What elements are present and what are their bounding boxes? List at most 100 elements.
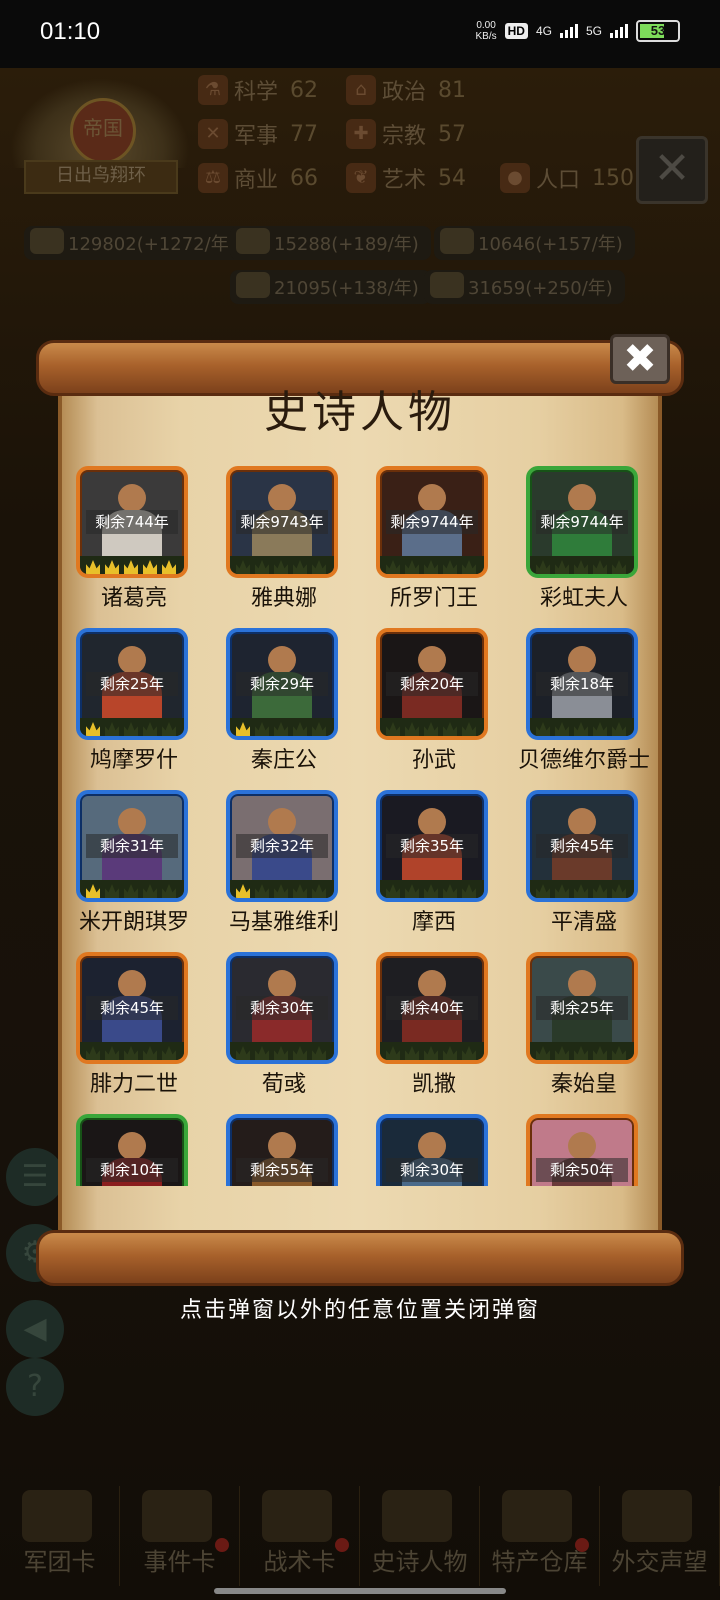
portrait-head <box>268 484 296 512</box>
character-name: 腓力二世 <box>89 1072 178 1097</box>
character-portrait: 剩余744年 <box>76 466 188 578</box>
character-card[interactable]: 剩余29年 秦庄公 <box>218 624 366 786</box>
nav-diplomacy[interactable]: 外交声望 <box>600 1486 720 1586</box>
portrait-head <box>118 646 146 674</box>
portrait-head <box>268 970 296 998</box>
crown-icon <box>536 1046 550 1060</box>
remaining-years: 剩余18年 <box>536 672 628 696</box>
remaining-years: 剩余25年 <box>536 996 628 1020</box>
character-card[interactable]: 剩余25年 鸠摩罗什 <box>68 624 216 786</box>
stat-population: ● 人口 1501 <box>500 162 648 194</box>
crown-icon <box>236 884 250 898</box>
background-close-button[interactable]: ✕ <box>636 136 708 204</box>
remaining-years: 剩余50年 <box>536 1158 628 1182</box>
nav-tactic-cards[interactable]: 战术卡 <box>240 1486 360 1586</box>
character-card[interactable]: 剩余9744年 彩虹夫人 <box>518 462 652 624</box>
crown-icon <box>612 722 626 736</box>
crown-icon <box>274 1046 288 1060</box>
crown-icon <box>162 722 176 736</box>
character-card[interactable]: 剩余50年 <box>518 1110 652 1186</box>
character-name: 孙武 <box>411 748 456 773</box>
status-icons: 0.00 KB/s HD 4G 5G 53 <box>476 20 680 42</box>
crown-icon <box>612 560 626 574</box>
epic-characters-modal: 史诗人物 ✖ 剩余744年 诸葛亮 剩余9743年 雅典娜 剩余9744年 所罗门王 剩余9… <box>36 334 684 1294</box>
resource-iron: 10646(+157/年) <box>434 226 635 260</box>
nav-event-cards[interactable]: 事件卡 <box>120 1486 240 1586</box>
close-button[interactable]: ✖ <box>610 334 670 384</box>
military-icon: ✕ <box>198 119 228 149</box>
tactic-icon <box>262 1490 332 1542</box>
character-card[interactable]: 剩余25年 秦始皇 <box>518 948 652 1110</box>
signal-icon <box>610 24 628 38</box>
stat-military: ✕ 军事 77 <box>198 118 318 150</box>
crown-icon <box>462 722 476 736</box>
crown-icon <box>105 1046 119 1060</box>
battery-icon: 53 <box>636 20 680 42</box>
character-portrait: 剩余9743年 <box>226 466 338 578</box>
character-grid: 剩余744年 诸葛亮 剩余9743年 雅典娜 剩余9744年 所罗门王 剩余9744年 彩虹夫… <box>68 462 652 1186</box>
portrait-head <box>268 646 296 674</box>
character-name: 雅典娜 <box>250 586 317 611</box>
character-name: 所罗门王 <box>389 586 478 611</box>
stat-religion: ✚ 宗教 57 <box>346 118 466 150</box>
character-portrait: 剩余30年 <box>226 952 338 1064</box>
character-card[interactable]: 剩余31年 米开朗琪罗 <box>68 786 216 948</box>
crown-icon <box>86 560 100 574</box>
character-card[interactable]: 剩余10年 <box>68 1110 216 1186</box>
crown-icon <box>386 722 400 736</box>
nav-epic-characters[interactable]: 史诗人物 <box>360 1486 480 1586</box>
star-rating <box>380 1042 484 1060</box>
star-rating <box>380 880 484 898</box>
crown-icon <box>555 722 569 736</box>
crown-icon <box>443 722 457 736</box>
character-card[interactable]: 剩余744年 诸葛亮 <box>68 462 216 624</box>
remaining-years: 剩余25年 <box>86 672 178 696</box>
character-card[interactable]: 剩余20年 孙武 <box>368 624 516 786</box>
crown-icon <box>405 560 419 574</box>
portrait-head <box>118 1132 146 1160</box>
character-card[interactable]: 剩余45年 平清盛 <box>518 786 652 948</box>
crown-icon <box>293 1046 307 1060</box>
nav-specialty-warehouse[interactable]: 特产仓库 <box>480 1486 600 1586</box>
character-portrait: 剩余40年 <box>376 952 488 1064</box>
status-bar: 01:10 0.00 KB/s HD 4G 5G 53 <box>0 0 720 68</box>
resource-gold: 129802(+1272/年) <box>24 226 248 260</box>
crown-icon <box>593 884 607 898</box>
character-card[interactable]: 剩余30年 <box>368 1110 516 1186</box>
remaining-years: 剩余45年 <box>86 996 178 1020</box>
character-card[interactable]: 剩余55年 <box>218 1110 366 1186</box>
character-card[interactable]: 剩余30年 荀彧 <box>218 948 366 1110</box>
crown-icon <box>424 722 438 736</box>
crown-icon <box>612 1046 626 1060</box>
character-card[interactable]: 剩余45年腓力二世 <box>68 948 216 1110</box>
character-card[interactable]: 剩余9744年所罗门王 <box>368 462 516 624</box>
star-rating <box>380 718 484 736</box>
art-icon: ❦ <box>346 163 376 193</box>
remaining-years: 剩余31年 <box>86 834 178 858</box>
character-grid-scroll[interactable]: 剩余744年 诸葛亮 剩余9743年 雅典娜 剩余9744年 所罗门王 剩余9744年 彩虹夫… <box>68 462 652 1186</box>
crown-icon <box>162 1046 176 1060</box>
character-card[interactable]: 剩余32年 马基雅维利 <box>218 786 366 948</box>
character-card[interactable]: 剩余35年 摩西 <box>368 786 516 948</box>
crown-icon <box>312 1046 326 1060</box>
character-name: 马基雅维利 <box>228 910 339 935</box>
character-portrait: 剩余9744年 <box>376 466 488 578</box>
star-rating <box>230 718 334 736</box>
crown-icon <box>555 560 569 574</box>
remaining-years: 剩余55年 <box>236 1158 328 1182</box>
character-portrait: 剩余45年 <box>526 790 638 902</box>
crown-icon <box>255 1046 269 1060</box>
remaining-years: 剩余45年 <box>536 834 628 858</box>
remaining-years: 剩余30年 <box>236 996 328 1020</box>
signal-5g-label: 5G <box>585 24 602 38</box>
character-card[interactable]: 剩余18年 贝德维尔爵士 <box>518 624 652 786</box>
modal-title: 史诗人物 <box>264 387 456 438</box>
home-indicator[interactable] <box>214 1588 506 1594</box>
character-card[interactable]: 剩余40年 凯撒 <box>368 948 516 1110</box>
character-card[interactable]: 剩余9743年雅典娜 <box>218 462 366 624</box>
nav-legion-cards[interactable]: 军团卡 <box>0 1486 120 1586</box>
help-icon[interactable]: ? <box>6 1358 64 1416</box>
character-portrait: 剩余31年 <box>76 790 188 902</box>
scroll-icon <box>142 1490 212 1542</box>
crown-icon <box>612 884 626 898</box>
